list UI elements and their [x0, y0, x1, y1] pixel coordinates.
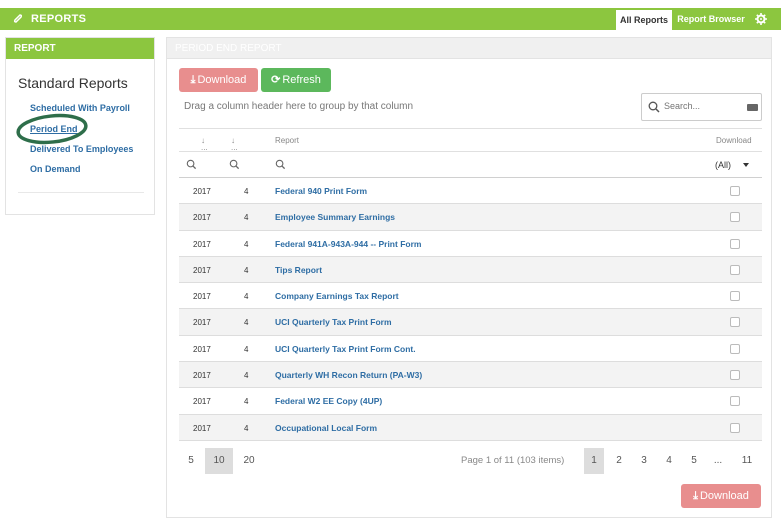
filter-search-icon[interactable]	[275, 159, 286, 170]
annotation-circle	[16, 113, 88, 145]
column-header-report[interactable]: Report	[275, 136, 299, 145]
table-row[interactable]: 2017 4 Company Earnings Tax Report	[179, 283, 762, 310]
page-info: Page 1 of 11 (103 items)	[461, 455, 565, 466]
download-icon: ⤓	[693, 490, 698, 502]
page-size-20[interactable]: 20	[237, 448, 261, 474]
table-row[interactable]: 2017 4 UCI Quarterly Tax Print Form Cont.	[179, 336, 762, 363]
left-divider	[18, 192, 144, 193]
table-row[interactable]: 2017 4 Federal W2 EE Copy (4UP)	[179, 388, 762, 415]
download-checkbox[interactable]	[730, 396, 740, 407]
download-checkbox[interactable]	[730, 291, 740, 302]
table-row[interactable]: 2017 4 Tips Report	[179, 256, 762, 284]
download-checkbox[interactable]	[730, 422, 740, 433]
left-panel-header: REPORT	[6, 38, 154, 59]
download-checkbox[interactable]	[730, 238, 740, 249]
grid-header: ... ↓ ... ↓ Report Download	[179, 128, 762, 152]
download-checkbox[interactable]	[730, 264, 740, 275]
page-ellipsis: ...	[713, 455, 723, 466]
page-2[interactable]: 2	[609, 448, 629, 474]
main-panel-header: PERIOD END REPORT	[167, 38, 771, 59]
chevron-down-icon[interactable]	[743, 163, 749, 167]
report-link[interactable]: Company Earnings Tax Report	[275, 291, 399, 301]
link-on-demand[interactable]: On Demand	[30, 164, 81, 174]
tab-all-reports[interactable]: All Reports	[616, 10, 672, 30]
table-row[interactable]: 2017 4 Occupational Local Form	[179, 414, 762, 441]
download-checkbox[interactable]	[730, 212, 740, 223]
filter-row: (All)	[179, 152, 762, 178]
download-checkbox[interactable]	[730, 317, 740, 328]
table-row[interactable]: 2017 4 Quarterly WH Recon Return (PA-W3)	[179, 362, 762, 389]
tab-report-browser[interactable]: Report Browser	[675, 8, 747, 30]
top-bar: REPORTS All Reports Report Browser	[0, 8, 781, 30]
group-by-hint: Drag a column header here to group by th…	[184, 101, 414, 112]
report-link[interactable]: Federal 940 Print Form	[275, 186, 367, 196]
download-checkbox[interactable]	[730, 343, 740, 354]
report-link[interactable]: Tips Report	[275, 265, 322, 275]
report-link[interactable]: UCI Quarterly Tax Print Form Cont.	[275, 344, 416, 354]
paperclip-icon	[13, 14, 23, 23]
gear-icon[interactable]	[755, 13, 767, 25]
table-row[interactable]: 2017 4 Federal 940 Print Form	[179, 178, 762, 205]
column-header-period[interactable]: ... ↓	[231, 136, 238, 152]
page-5[interactable]: 5	[684, 448, 704, 474]
refresh-button[interactable]: ⟳ Refresh	[261, 68, 331, 92]
refresh-icon: ⟳	[271, 74, 281, 86]
search-box[interactable]	[641, 93, 762, 121]
page-size-10[interactable]: 10	[205, 448, 233, 474]
reports-grid: ... ↓ ... ↓ Report Download (All) 2017 4 F…	[179, 128, 762, 441]
download-button[interactable]: ⤓ Download	[179, 68, 258, 92]
column-header-year[interactable]: ... ↓	[201, 136, 208, 152]
table-row[interactable]: 2017 4 Employee Summary Earnings	[179, 204, 762, 231]
page-11[interactable]: 11	[737, 448, 757, 474]
download-filter-select[interactable]: (All)	[715, 160, 731, 170]
report-link[interactable]: Quarterly WH Recon Return (PA-W3)	[275, 370, 422, 380]
report-list-panel: PERIOD END REPORT ⤓ Download ⟳ Refresh Dra…	[166, 37, 772, 518]
column-header-download[interactable]: Download	[716, 136, 752, 145]
filter-search-icon[interactable]	[186, 159, 197, 170]
page-size-5[interactable]: 5	[181, 448, 201, 474]
table-row[interactable]: 2017 4 UCI Quarterly Tax Print Form	[179, 309, 762, 336]
table-row[interactable]: 2017 4 Federal 941A-943A-944 -- Print Form	[179, 231, 762, 257]
bottom-download-button[interactable]: ⤓ Download	[681, 484, 761, 508]
page-3[interactable]: 3	[634, 448, 654, 474]
standard-reports-title: Standard Reports	[18, 75, 128, 91]
report-link[interactable]: Federal 941A-943A-944 -- Print Form	[275, 239, 421, 249]
download-checkbox[interactable]	[730, 370, 740, 381]
report-link[interactable]: Employee Summary Earnings	[275, 212, 395, 222]
search-icon	[648, 101, 660, 113]
page-1[interactable]: 1	[584, 448, 604, 474]
app-title: REPORTS	[31, 13, 87, 25]
report-link[interactable]: Occupational Local Form	[275, 423, 377, 433]
download-checkbox[interactable]	[730, 186, 740, 196]
filter-search-icon[interactable]	[229, 159, 240, 170]
search-input[interactable]	[664, 101, 734, 111]
page-4[interactable]: 4	[659, 448, 679, 474]
report-link[interactable]: Federal W2 EE Copy (4UP)	[275, 396, 382, 406]
download-icon: ⤓	[190, 74, 196, 86]
report-link[interactable]: UCI Quarterly Tax Print Form	[275, 317, 392, 327]
keyboard-icon[interactable]	[747, 104, 758, 111]
